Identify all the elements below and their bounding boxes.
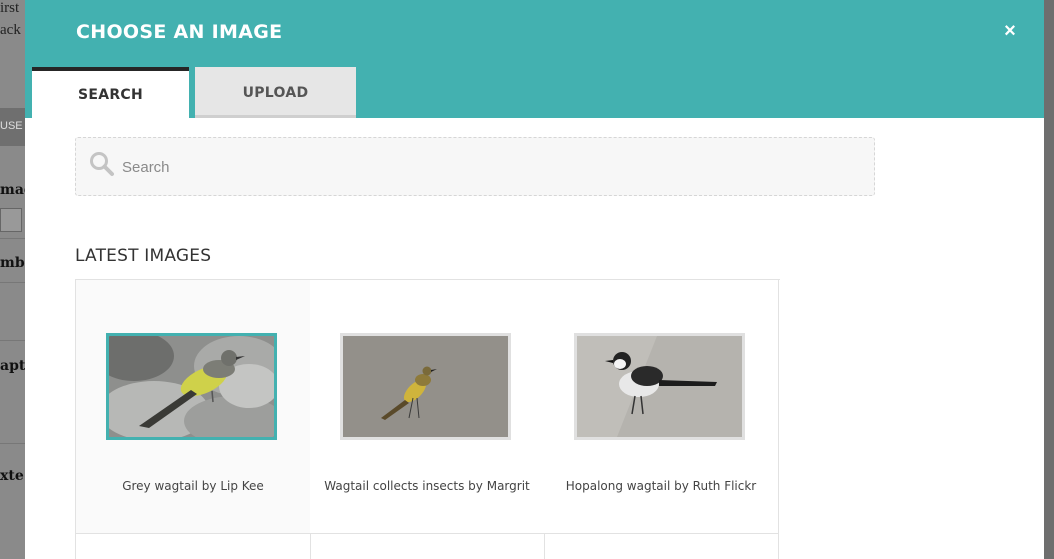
background-right-edge: [1044, 0, 1054, 559]
image-card[interactable]: [310, 534, 545, 559]
background-field-label: xte: [0, 468, 24, 484]
background-image-icon: [0, 208, 22, 232]
image-caption: Hopalong wagtail by Ruth Flickr: [565, 479, 757, 493]
image-card[interactable]: [76, 534, 311, 559]
image-thumbnail: [106, 333, 277, 440]
tab-label: SEARCH: [77, 87, 144, 103]
image-thumbnail: [574, 333, 745, 440]
background-text-line: ack: [0, 22, 21, 38]
latest-images-heading: LATEST IMAGES: [75, 246, 212, 266]
search-icon: [89, 151, 115, 177]
search-box: [75, 137, 875, 196]
image-card[interactable]: [544, 534, 779, 559]
modal-header: CHOOSE AN IMAGE × SEARCH UPLOAD: [25, 0, 1044, 118]
background-toolbar-strip: USE: [0, 108, 25, 146]
image-caption: Wagtail collects insects by Margrit: [324, 479, 530, 493]
background-divider: [0, 238, 25, 239]
image-card-wagtail-insects[interactable]: Wagtail collects insects by Margrit: [310, 280, 545, 534]
choose-image-modal: CHOOSE AN IMAGE × SEARCH UPLOAD LATEST I…: [25, 0, 1044, 559]
background-divider: [0, 340, 25, 341]
image-caption: Grey wagtail by Lip Kee: [122, 479, 264, 493]
close-icon: ×: [1004, 20, 1016, 42]
image-card-grey-wagtail[interactable]: Grey wagtail by Lip Kee: [76, 280, 311, 534]
background-divider: [0, 443, 25, 444]
close-button[interactable]: ×: [998, 19, 1022, 43]
image-card-hopalong-wagtail[interactable]: Hopalong wagtail by Ruth Flickr: [544, 280, 779, 534]
image-grid: Grey wagtail by Lip Kee Wagtail collects…: [75, 279, 780, 559]
background-strip-label: USE: [0, 120, 23, 132]
tab-label: UPLOAD: [242, 85, 309, 101]
background-text-line: irst: [0, 0, 20, 16]
tab-upload[interactable]: UPLOAD: [195, 67, 356, 118]
image-thumbnail: [340, 333, 511, 440]
background-divider: [0, 282, 25, 283]
modal-title: CHOOSE AN IMAGE: [76, 21, 283, 43]
search-input[interactable]: [120, 139, 864, 195]
tab-search[interactable]: SEARCH: [32, 67, 189, 118]
background-field-label: apt: [0, 358, 26, 374]
